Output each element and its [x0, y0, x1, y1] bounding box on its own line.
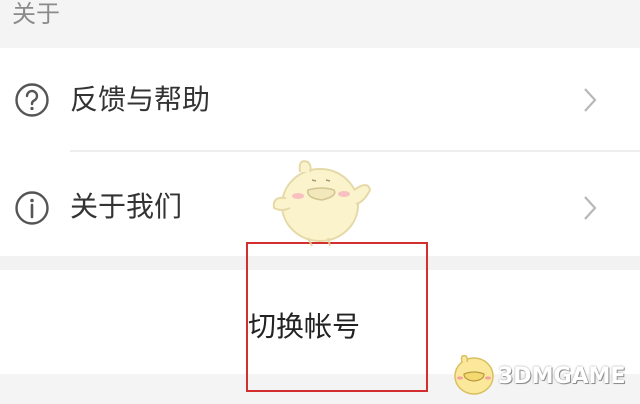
section-title: 关于	[12, 0, 60, 28]
chevron-right-icon	[584, 196, 597, 220]
about-us-label: 关于我们	[70, 190, 183, 223]
section-header: 关于	[0, 0, 640, 48]
info-circle-icon	[15, 191, 49, 225]
brand-mascot-icon	[454, 354, 494, 395]
brand-watermark-text: 3DMGAME	[498, 364, 626, 389]
list-item-feedback[interactable]: 反馈与帮助	[0, 48, 640, 152]
chevron-right-icon	[584, 88, 597, 112]
mascot-watermark-image	[272, 160, 372, 247]
question-circle-icon	[15, 83, 49, 117]
feedback-label: 反馈与帮助	[70, 83, 211, 116]
highlight-box	[246, 242, 428, 392]
